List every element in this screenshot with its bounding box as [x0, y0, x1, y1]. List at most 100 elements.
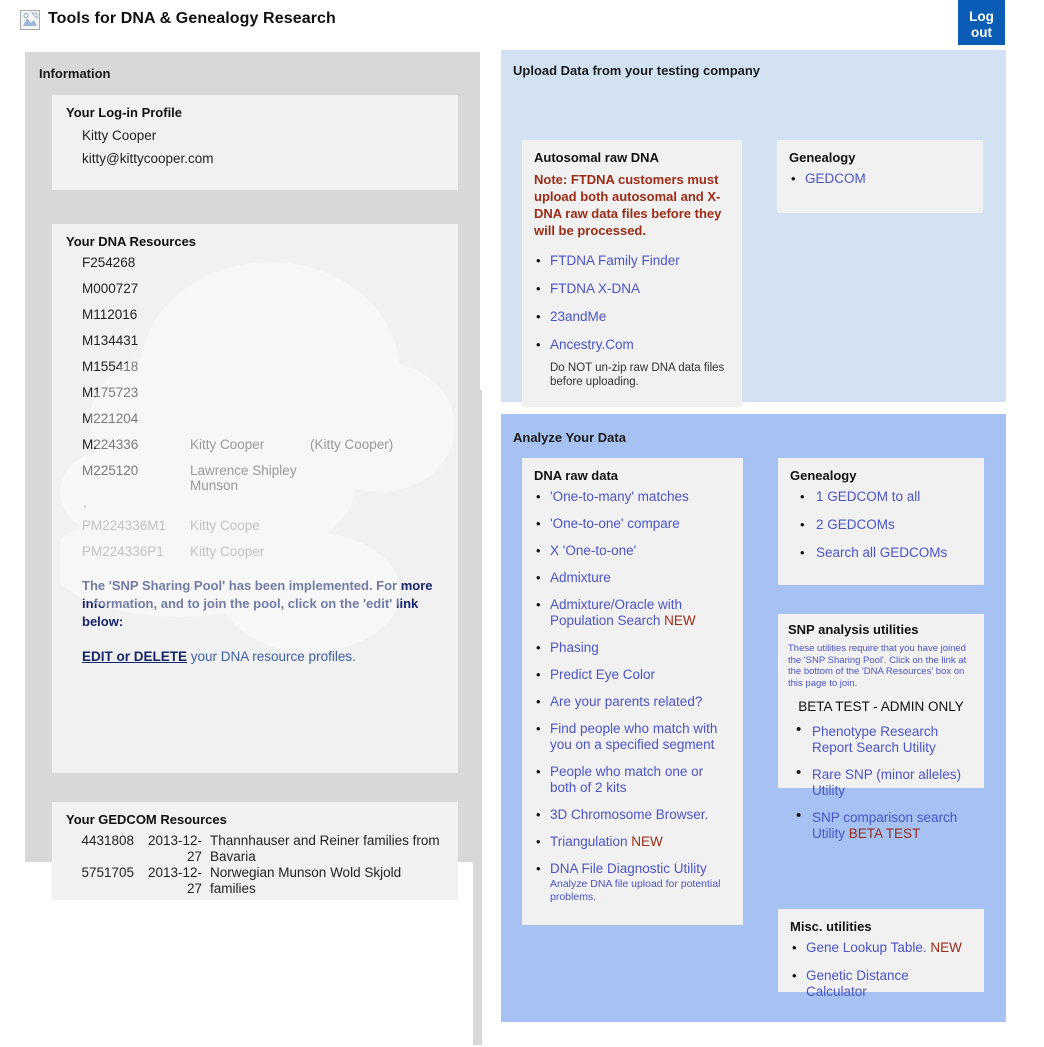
- dna-raw-data-item: X 'One-to-one': [534, 543, 731, 559]
- snp-utility-item: Rare SNP (minor alleles) Utility: [788, 765, 974, 799]
- gedcom-resources-card: Your GEDCOM Resources 4431808 2013-12- 27 T…: [52, 802, 458, 900]
- dna-raw-data-item-link[interactable]: Admixture: [550, 570, 611, 585]
- app-root: Tools for DNA & Genealogy Research Log o…: [0, 0, 1044, 1047]
- upload-autosomal-item: FTDNA X-DNA: [534, 281, 730, 297]
- dna-resource-row: M112016: [66, 307, 444, 322]
- gedcom-date: 2013-12- 27: [147, 865, 202, 896]
- dna-raw-data-item-link[interactable]: 3D Chromosome Browser.: [550, 807, 708, 822]
- dna-resources-title: Your DNA Resources: [66, 234, 197, 249]
- upload-genealogy-title: Genealogy: [789, 150, 856, 165]
- autosomal-raw-dna-card: Autosomal raw DNA Note: FTDNA customers …: [522, 140, 742, 407]
- dna-raw-data-item: Triangulation NEW: [534, 834, 731, 850]
- upload-autosomal-item-link[interactable]: FTDNA Family Finder: [550, 253, 680, 268]
- misc-utility-item-link[interactable]: Gene Lookup Table.: [806, 940, 927, 955]
- analyze-genealogy-item-link[interactable]: 1 GEDCOM to all: [816, 489, 920, 504]
- misc-utilities-title: Misc. utilities: [790, 919, 872, 934]
- beta-test-header: BETA TEST - ADMIN ONLY: [798, 699, 964, 714]
- dna-raw-data-item-link[interactable]: Find people who match with you on a spec…: [550, 721, 717, 752]
- dna-raw-data-card: DNA raw data 'One-to-many' matches 'One-t…: [522, 458, 743, 925]
- gedcom-id: 5751705: [81, 865, 134, 880]
- analyze-panel-title: Analyze Your Data: [513, 430, 626, 445]
- dna-raw-data-item-link[interactable]: Phasing: [550, 640, 599, 655]
- snp-utility-item-link[interactable]: Rare SNP (minor alleles) Utility: [812, 767, 961, 798]
- dna-kit-id: M221204: [82, 411, 139, 426]
- dna-raw-data-item-link[interactable]: 'One-to-many' matches: [550, 489, 689, 504]
- dna-resource-row: M175723: [66, 385, 444, 400]
- logout-label-line1: Log: [969, 9, 994, 24]
- dna-kit-id: M112016: [82, 307, 138, 322]
- information-panel: Information Your Log-in Profile Kitty Co…: [25, 52, 480, 900]
- login-profile-card: Your Log-in Profile Kitty Cooper kitty@k…: [52, 95, 458, 190]
- dna-kit-id: PM224336M1: [82, 518, 167, 533]
- logout-button[interactable]: Log out: [958, 0, 1005, 45]
- upload-panel: Upload Data from your testing company Au…: [501, 50, 1006, 407]
- dna-kit-name: Kitty Cooper: [190, 437, 265, 452]
- upload-panel-title: Upload Data from your testing company: [513, 63, 761, 78]
- upload-autosomal-item: 23andMe: [534, 309, 730, 325]
- dna-resources-separator-mark: ': [84, 504, 87, 516]
- unzip-subnote: Do NOT un-zip raw DNA data files before …: [550, 362, 725, 388]
- dna-kit-id: M000727: [82, 281, 139, 296]
- dna-kit-alias: (Kitty Cooper): [310, 437, 394, 452]
- dna-resource-row: M225120 Lawrence Shipley Munson: [66, 463, 444, 493]
- dna-resource-row: M155418: [66, 359, 444, 374]
- edit-or-delete-link[interactable]: EDIT or DELETE: [82, 649, 187, 664]
- dna-resource-row: M134431: [66, 333, 444, 348]
- misc-utility-item-link[interactable]: Genetic Distance Calculator: [806, 968, 909, 999]
- upload-genealogy-item-link[interactable]: GEDCOM: [805, 171, 866, 186]
- dna-kit-name: [190, 333, 310, 348]
- dna-raw-data-item-link[interactable]: Are your parents related?: [550, 694, 702, 709]
- dna-raw-data-item-link[interactable]: X 'One-to-one': [550, 543, 636, 558]
- analyze-genealogy-item-link[interactable]: 2 GEDCOMs: [816, 517, 895, 532]
- dna-kit-name: [190, 385, 310, 400]
- ftdna-warning-note: Note: FTDNA customers must upload both a…: [534, 172, 722, 238]
- login-profile-name: Kitty Cooper: [82, 128, 157, 143]
- gedcom-row: 5751705 2013-12- 27 Norwegian Munson Wold S…: [66, 865, 444, 897]
- gedcom-resources-title: Your GEDCOM Resources: [66, 812, 227, 827]
- snp-utilities-title: SNP analysis utilities: [788, 622, 919, 637]
- dna-phased-row: PM224336P1 Kitty Cooper: [66, 544, 444, 559]
- upload-autosomal-item-link[interactable]: 23andMe: [550, 309, 606, 324]
- dna-phased-list: PM224336M1 Kitty Coope PM224336P1 Kitty Coo…: [66, 518, 444, 559]
- edit-profiles-line: EDIT or DELETE your DNA resource profile…: [82, 649, 444, 664]
- dna-raw-data-item: Admixture: [534, 570, 731, 586]
- dna-raw-data-item: 3D Chromosome Browser.: [534, 807, 731, 823]
- dna-kit-id: M175723: [82, 385, 139, 400]
- snp-utility-item-link[interactable]: Phenotype Research Report Search Utility: [812, 724, 938, 755]
- tag-badge: NEW: [926, 940, 962, 955]
- login-profile-email: kitty@kittycooper.com: [82, 151, 214, 166]
- upload-autosomal-item-link[interactable]: Ancestry.Com: [550, 337, 634, 352]
- dna-raw-data-item: Are your parents related?: [534, 694, 731, 710]
- gedcom-date: 2013-12- 27: [147, 833, 202, 864]
- left-column-scroll-track[interactable]: [473, 390, 482, 1045]
- dna-raw-data-item-link[interactable]: DNA File Diagnostic Utility: [550, 861, 707, 876]
- misc-utilities-card: Misc. utilities Gene Lookup Table. NEWGe…: [778, 909, 984, 999]
- dna-kit-id: F254268: [82, 255, 136, 270]
- gedcom-description: Thannhauser and Reiner families from Bav…: [210, 833, 440, 864]
- dna-raw-data-item-link[interactable]: 'One-to-one' compare: [550, 516, 680, 531]
- dna-raw-data-item-link[interactable]: People who match one or both of 2 kits: [550, 764, 703, 795]
- dna-raw-data-item-link[interactable]: Triangulation: [550, 834, 628, 849]
- dna-resources-list: F254268 M000727 M112016 M134431 M155418 M1757…: [66, 255, 444, 493]
- snp-analysis-utilities-card: SNP analysis utilities These utilities r…: [778, 614, 984, 841]
- misc-utility-item: Gene Lookup Table. NEW: [790, 940, 972, 956]
- tag-badge: NEW: [660, 613, 696, 628]
- analyze-genealogy-item: 2 GEDCOMs: [790, 517, 972, 533]
- dna-resource-row: M224336 Kitty Cooper (Kitty Cooper): [66, 437, 444, 452]
- upload-autosomal-item: FTDNA Family Finder: [534, 253, 730, 269]
- page-header: Tools for DNA & Genealogy Research Log o…: [0, 0, 1044, 45]
- autosomal-title: Autosomal raw DNA: [534, 150, 659, 165]
- autosomal-links-list: FTDNA Family Finder FTDNA X-DNA 23andMe Anc…: [534, 253, 730, 353]
- dna-raw-data-item: Admixture/Oracle with Population Search …: [534, 597, 731, 629]
- dna-raw-data-item-link[interactable]: Predict Eye Color: [550, 667, 655, 682]
- dna-kit-name: [190, 307, 310, 322]
- dna-kit-name: Kitty Coope: [190, 518, 260, 533]
- analyze-genealogy-item-link[interactable]: Search all GEDCOMs: [816, 545, 947, 560]
- information-panel-title: Information: [39, 66, 111, 81]
- dna-raw-data-item: People who match one or both of 2 kits: [534, 764, 731, 796]
- dna-resources-card: Your DNA Resources F254268 M000727 M112016…: [52, 224, 458, 773]
- login-profile-title: Your Log-in Profile: [66, 105, 183, 120]
- upload-autosomal-item-link[interactable]: FTDNA X-DNA: [550, 281, 640, 296]
- dna-raw-data-title: DNA raw data: [534, 468, 619, 483]
- analyze-panel: Analyze Your Data DNA raw data 'One-to-m…: [501, 414, 1006, 1022]
